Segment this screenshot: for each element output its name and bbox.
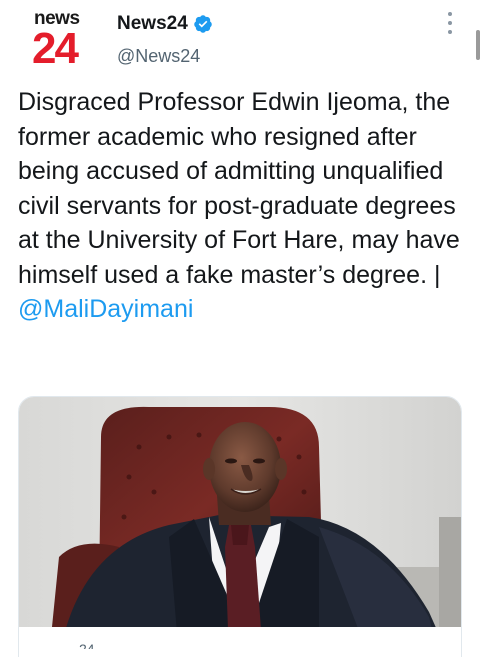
tweet-body: Disgraced Professor Edwin Ijeoma, the fo… (18, 88, 460, 289)
tweet-text: Disgraced Professor Edwin Ijeoma, the fo… (18, 85, 468, 327)
display-name[interactable]: News24 (117, 13, 188, 35)
tweet: news 24 News24 @News24 Disgraced Profess… (0, 0, 480, 657)
account-handle[interactable]: @News24 (117, 46, 200, 67)
dot (448, 30, 452, 34)
account-name-row[interactable]: News24 (117, 13, 213, 35)
mention-link[interactable]: @MaliDayimani (18, 295, 193, 323)
photo-professor-in-chair (19, 397, 461, 655)
logo-number-text: 24 (32, 24, 79, 73)
scrollbar[interactable] (476, 30, 480, 60)
card-domain-text: 24 (79, 641, 95, 649)
news24-logo-avatar[interactable]: news 24 (22, 8, 92, 73)
verified-badge-icon (194, 15, 212, 33)
dot (448, 21, 452, 25)
card-footer[interactable]: 24 (18, 627, 462, 657)
dot (448, 12, 452, 16)
more-options-icon[interactable] (440, 10, 460, 36)
tweet-media-image[interactable] (18, 396, 462, 656)
